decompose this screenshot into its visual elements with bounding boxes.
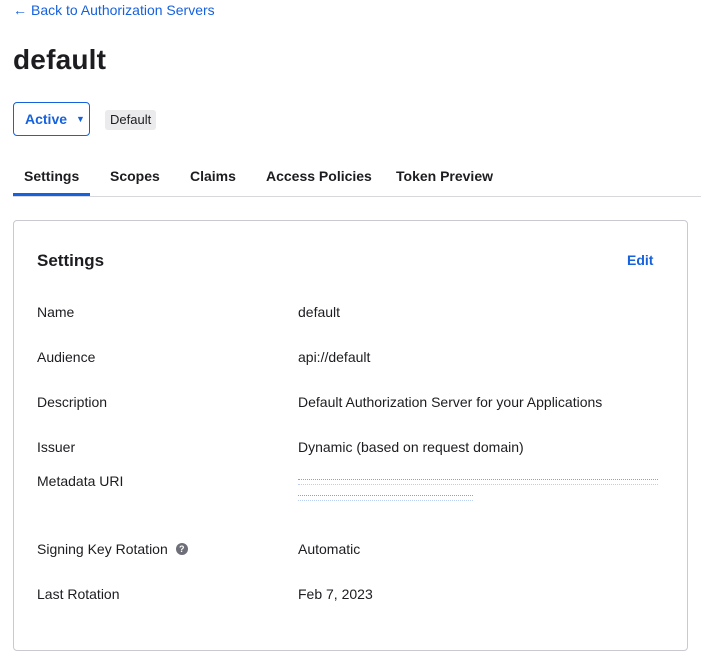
metadata-uri-link-redacted[interactable]	[298, 473, 668, 503]
back-link-label: Back to Authorization Servers	[31, 2, 215, 18]
back-to-authorization-servers-link[interactable]: ← Back to Authorization Servers	[13, 2, 215, 18]
caret-down-icon: ▼	[76, 114, 85, 124]
name-value: default	[298, 304, 341, 320]
description-label: Description	[37, 394, 108, 410]
help-icon[interactable]: ?	[175, 543, 188, 556]
tab-access-policies[interactable]: Access Policies	[266, 160, 372, 196]
tab-claims[interactable]: Claims	[190, 160, 236, 196]
issuer-value: Dynamic (based on request domain)	[298, 439, 524, 455]
status-label: Active	[25, 111, 68, 127]
name-label: Name	[37, 304, 75, 320]
signing-key-rotation-text: Signing Key Rotation	[37, 541, 168, 557]
signing-key-rotation-label: Signing Key Rotation?	[37, 541, 188, 557]
tab-bar: Settings Scopes Claims Access Policies T…	[13, 160, 701, 197]
status-dropdown-button[interactable]: Active ▼	[13, 102, 90, 136]
tab-settings[interactable]: Settings	[13, 160, 91, 196]
description-value: Default Authorization Server for your Ap…	[298, 394, 603, 410]
default-badge: Default	[105, 110, 157, 130]
edit-button[interactable]: Edit	[627, 252, 653, 268]
audience-value: api://default	[298, 349, 371, 365]
issuer-label: Issuer	[37, 439, 76, 455]
settings-title: Settings	[37, 251, 105, 270]
settings-card: Settings Edit Name default Audience api:…	[13, 220, 688, 651]
tab-scopes[interactable]: Scopes	[110, 160, 160, 196]
arrow-left-icon: ←	[13, 2, 27, 18]
tab-token-preview[interactable]: Token Preview	[396, 160, 493, 196]
last-rotation-value: Feb 7, 2023	[298, 586, 373, 602]
audience-label: Audience	[37, 349, 96, 365]
metadata-uri-label: Metadata URI	[37, 473, 124, 489]
last-rotation-label: Last Rotation	[37, 586, 120, 602]
page-title: default	[13, 44, 107, 75]
signing-key-rotation-value: Automatic	[298, 541, 361, 557]
